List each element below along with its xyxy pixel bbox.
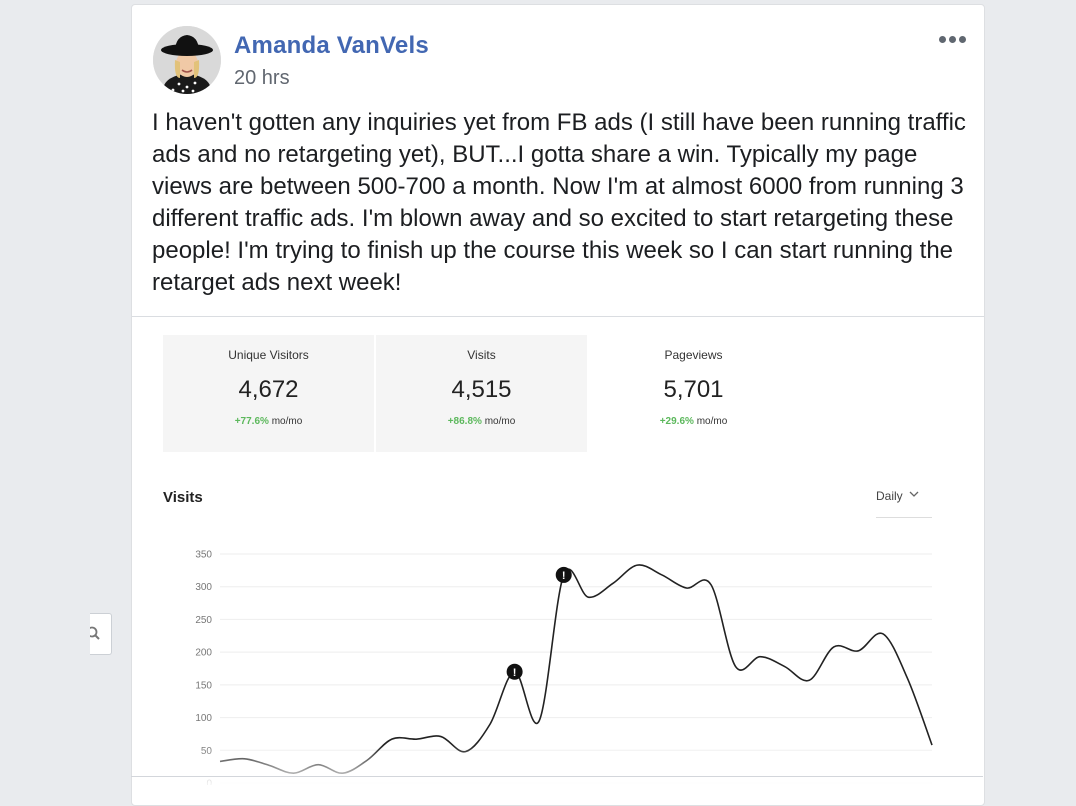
stat-change-row: +86.8% mo/mo [376, 416, 587, 427]
stat-value: 5,701 [663, 376, 724, 403]
avatar-image [153, 26, 221, 94]
search-icon [86, 626, 100, 640]
post-text: I haven't gotten any inquiries yet from … [152, 109, 966, 296]
stat-pageviews: Pageviews 5,701 +29.6% mo/mo [588, 335, 799, 452]
side-search-tab[interactable] [86, 613, 112, 655]
chevron-down-icon [909, 491, 919, 497]
y-tick-label: 200 [195, 648, 212, 659]
stat-change-row: +29.6% mo/mo [588, 416, 799, 427]
stat-label: Pageviews [664, 348, 723, 362]
range-select[interactable]: Daily [876, 489, 932, 518]
stat-visits: Visits 4,515 +86.8% mo/mo [376, 335, 587, 452]
y-tick-label: 300 [195, 582, 212, 593]
stat-change: +29.6% [659, 416, 694, 427]
post-timestamp[interactable]: 20 hrs [234, 67, 290, 90]
chart-bottom-fade [132, 745, 982, 785]
stat-value: 4,515 [451, 376, 512, 403]
stat-value: 4,672 [238, 376, 299, 403]
stat-period: mo/mo [484, 416, 516, 427]
y-tick-label: 150 [195, 680, 212, 691]
annotation-marker-label: ! [562, 570, 566, 582]
divider [132, 316, 984, 317]
author-name[interactable]: Amanda VanVels [234, 32, 429, 60]
dot [958, 35, 966, 43]
stat-unique-visitors: Unique Visitors 4,672 +77.6% mo/mo [163, 335, 374, 452]
stat-label: Unique Visitors [228, 348, 309, 362]
stat-label: Visits [467, 348, 496, 362]
dot [948, 35, 956, 43]
range-select-label: Daily [876, 489, 903, 503]
stat-period: mo/mo [271, 416, 303, 427]
visits-series-line [219, 564, 933, 774]
dot [938, 35, 946, 43]
avatar[interactable] [153, 26, 221, 94]
y-tick-label: 350 [195, 550, 212, 561]
card-footer-edge [131, 776, 983, 777]
visits-line-chart: 350300250200150100500!! [132, 550, 982, 785]
chart-title: Visits [163, 489, 203, 506]
more-options-icon[interactable] [936, 29, 968, 49]
stat-change-row: +77.6% mo/mo [163, 416, 374, 427]
stat-change: +86.8% [447, 416, 482, 427]
post-card: Amanda VanVels 20 hrs I haven't gotten a… [131, 4, 985, 806]
y-tick-label: 250 [195, 615, 212, 626]
stat-change: +77.6% [234, 416, 269, 427]
stat-period: mo/mo [696, 416, 728, 427]
annotation-marker-label: ! [513, 667, 517, 679]
y-tick-label: 100 [195, 713, 212, 724]
